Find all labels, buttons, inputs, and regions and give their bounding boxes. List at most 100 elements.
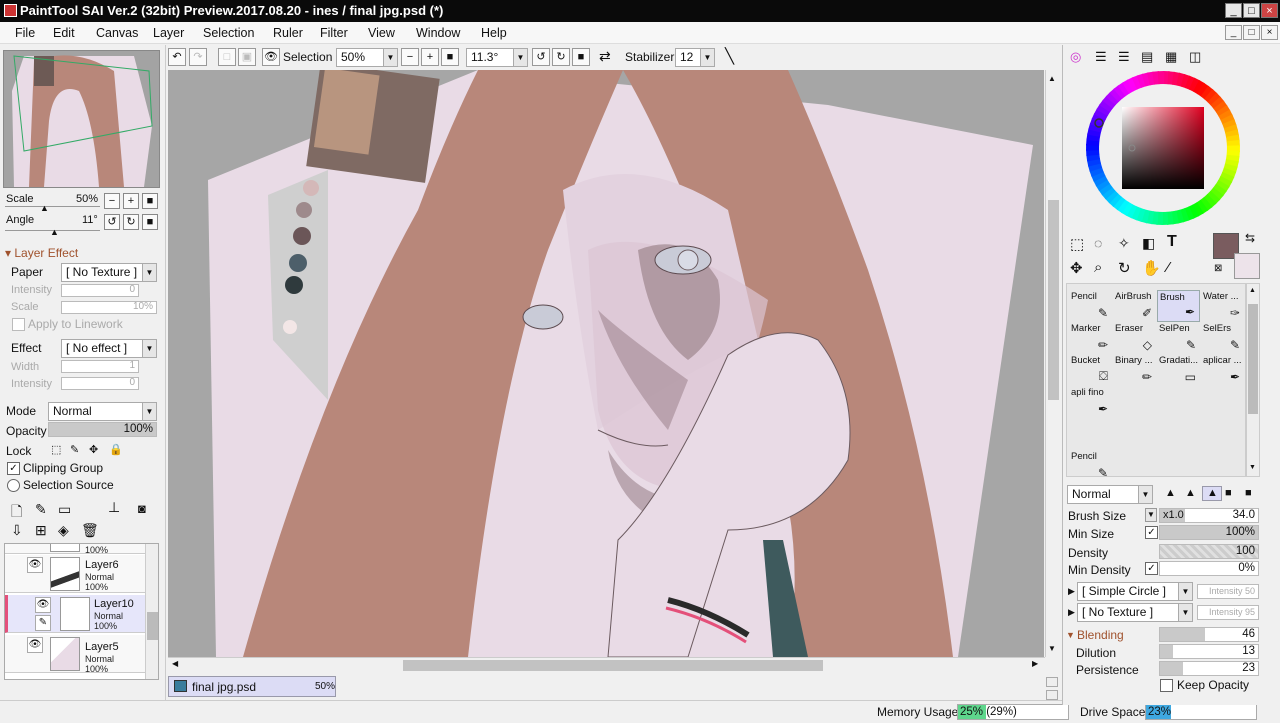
- layer-row-selected[interactable]: 👁 ✎ Layer10 Normal 100%: [5, 595, 145, 633]
- deselect-button[interactable]: □: [218, 48, 236, 66]
- swap-colors-icon[interactable]: ⇆: [1245, 231, 1255, 245]
- hsv-sliders-tab-icon[interactable]: ☰: [1118, 49, 1130, 65]
- paper-intensity-field[interactable]: 0: [61, 284, 139, 297]
- menu-help[interactable]: Help: [481, 26, 507, 40]
- rotate-reset-toolbar-button[interactable]: ■: [572, 48, 590, 66]
- rotate-left-button[interactable]: ↺: [104, 214, 120, 230]
- rect-select-icon[interactable]: ⬚: [1070, 235, 1084, 253]
- apply-linework-checkbox[interactable]: [12, 318, 25, 331]
- lock-all-icon[interactable]: 🔒: [109, 443, 123, 456]
- doc-close-button[interactable]: ×: [1261, 25, 1278, 40]
- vertical-scroll-thumb[interactable]: [1048, 200, 1059, 400]
- scale-slider[interactable]: [5, 206, 100, 207]
- expand-arrow-icon[interactable]: ▶: [1068, 607, 1075, 618]
- horizontal-scroll-thumb[interactable]: [403, 660, 823, 671]
- rotate-cw-button[interactable]: ↻: [552, 48, 570, 66]
- mask-icon[interactable]: ◙: [138, 501, 146, 516]
- collapse-arrow-icon[interactable]: ▼: [1066, 630, 1075, 640]
- blend-mode-select[interactable]: Normal ▼: [48, 402, 157, 421]
- clear-layer-icon[interactable]: ◈: [58, 522, 69, 539]
- min-size-bar[interactable]: 100%: [1159, 525, 1259, 540]
- tool-gradati[interactable]: Gradati... ▭: [1157, 354, 1200, 386]
- doc-minimize-button[interactable]: _: [1225, 25, 1242, 40]
- brush-shape-square-icon[interactable]: ■: [1225, 487, 1232, 499]
- density-bar[interactable]: 100: [1159, 544, 1259, 559]
- expand-arrow-icon[interactable]: ▶: [1068, 586, 1075, 597]
- zoom-select[interactable]: 50% ▼: [336, 48, 398, 67]
- doc-restore-button[interactable]: □: [1243, 25, 1260, 40]
- menu-canvas[interactable]: Canvas: [96, 26, 138, 40]
- rotation-select[interactable]: 11.3° ▼: [466, 48, 528, 67]
- rotate-reset-button[interactable]: ■: [142, 214, 158, 230]
- paper-select[interactable]: [ No Texture ] ▼: [61, 263, 157, 282]
- new-folder-icon[interactable]: ▭: [58, 501, 71, 518]
- color-wheel-tab-icon[interactable]: ◎: [1070, 49, 1081, 65]
- layer-select-icon[interactable]: ◧: [1142, 235, 1155, 252]
- tool-aplicar[interactable]: aplicar ... ✒: [1201, 354, 1244, 386]
- transfer-layer-icon[interactable]: ⊥: [108, 499, 120, 516]
- menu-window[interactable]: Window: [416, 26, 460, 40]
- lasso-icon[interactable]: ◌: [1094, 235, 1102, 251]
- linework-edit-icon[interactable]: ✎: [35, 615, 51, 631]
- layer-list-scroll-thumb[interactable]: [147, 612, 158, 640]
- minimize-button[interactable]: _: [1225, 3, 1242, 18]
- layer-list-scrollbar[interactable]: [145, 544, 158, 679]
- undo-button[interactable]: ↶: [168, 48, 186, 66]
- layer-row[interactable]: 👁 Layer6 Normal 100%: [5, 555, 145, 593]
- move-icon[interactable]: ✥: [1070, 259, 1083, 277]
- maximize-button[interactable]: □: [1243, 3, 1260, 18]
- navigator[interactable]: [3, 50, 160, 188]
- eyedropper-icon[interactable]: ⁄: [1167, 259, 1170, 276]
- color-mixer-tab-icon[interactable]: ▤: [1141, 49, 1153, 65]
- brush-shape-round-icon[interactable]: ▲: [1165, 487, 1176, 499]
- new-linework-layer-icon[interactable]: ✎: [35, 501, 47, 518]
- tool-pencil[interactable]: Pencil ✎: [1069, 450, 1112, 482]
- rotate-right-button[interactable]: ↻: [123, 214, 139, 230]
- magic-wand-icon[interactable]: ✧: [1118, 235, 1130, 252]
- menu-file[interactable]: File: [15, 26, 35, 40]
- scratchpad-tab-icon[interactable]: ◫: [1189, 49, 1201, 65]
- brush-shape-intensity[interactable]: Intensity 50: [1197, 584, 1259, 599]
- scroll-left-icon[interactable]: ◀: [172, 659, 178, 668]
- brush-shape-selected[interactable]: ▲: [1202, 486, 1222, 501]
- layer-row[interactable]: 100%: [5, 544, 145, 555]
- hand-icon[interactable]: ✋: [1142, 259, 1161, 277]
- min-size-checkbox[interactable]: ✓: [1145, 526, 1158, 539]
- min-density-bar[interactable]: 0%: [1159, 561, 1259, 576]
- menu-ruler[interactable]: Ruler: [273, 26, 303, 40]
- menu-filter[interactable]: Filter: [320, 26, 348, 40]
- rotate-icon[interactable]: ↻: [1118, 259, 1131, 277]
- min-density-checkbox[interactable]: ✓: [1145, 562, 1158, 575]
- layer-row[interactable]: 👁 Layer5 Normal 100%: [5, 635, 145, 674]
- rgb-sliders-tab-icon[interactable]: ☰: [1095, 49, 1107, 65]
- line-tool-icon[interactable]: ╲: [725, 47, 734, 65]
- zoom-reset-button[interactable]: ■: [142, 193, 158, 209]
- redo-button[interactable]: ↷: [189, 48, 207, 66]
- merge-layer-icon[interactable]: ⊞: [35, 522, 47, 539]
- swatches-tab-icon[interactable]: ▦: [1165, 49, 1177, 65]
- menu-layer[interactable]: Layer: [153, 26, 184, 40]
- zoom-icon[interactable]: ⌕: [1094, 259, 1102, 276]
- brush-shape-select[interactable]: [ Simple Circle ] ▼: [1077, 582, 1193, 601]
- tool-bucket[interactable]: Bucket ⛋: [1069, 354, 1112, 386]
- tool-grid-scrollbar[interactable]: ▲ ▼: [1246, 283, 1260, 477]
- tool-grid-scroll-thumb[interactable]: [1248, 304, 1258, 414]
- scroll-up-icon[interactable]: ▲: [1048, 74, 1056, 83]
- scroll-up-icon[interactable]: ▲: [1249, 287, 1256, 294]
- tool-water[interactable]: Water ... ✑: [1201, 290, 1244, 322]
- text-tool-icon[interactable]: T: [1167, 233, 1177, 251]
- effect-select[interactable]: [ No effect ] ▼: [61, 339, 157, 358]
- show-selection-icon[interactable]: 👁: [262, 48, 280, 66]
- persistence-bar[interactable]: 23: [1159, 661, 1259, 676]
- canvas-vertical-scrollbar[interactable]: ▲ ▼: [1045, 70, 1061, 657]
- scroll-right-icon[interactable]: ▶: [1032, 659, 1038, 668]
- brush-shape-block-icon[interactable]: ■: [1245, 487, 1252, 499]
- effect-width-field[interactable]: 1: [61, 360, 139, 373]
- flip-horizontal-icon[interactable]: ⇄: [599, 48, 611, 65]
- eye-icon[interactable]: 👁: [27, 557, 43, 573]
- drawing-canvas[interactable]: [168, 70, 1044, 657]
- tool-binary[interactable]: Binary ... ✏: [1113, 354, 1156, 386]
- canvas-horizontal-scrollbar[interactable]: ◀ ▶: [168, 657, 1045, 672]
- keep-opacity-checkbox[interactable]: [1160, 679, 1173, 692]
- effect-intensity-field[interactable]: 0: [61, 377, 139, 390]
